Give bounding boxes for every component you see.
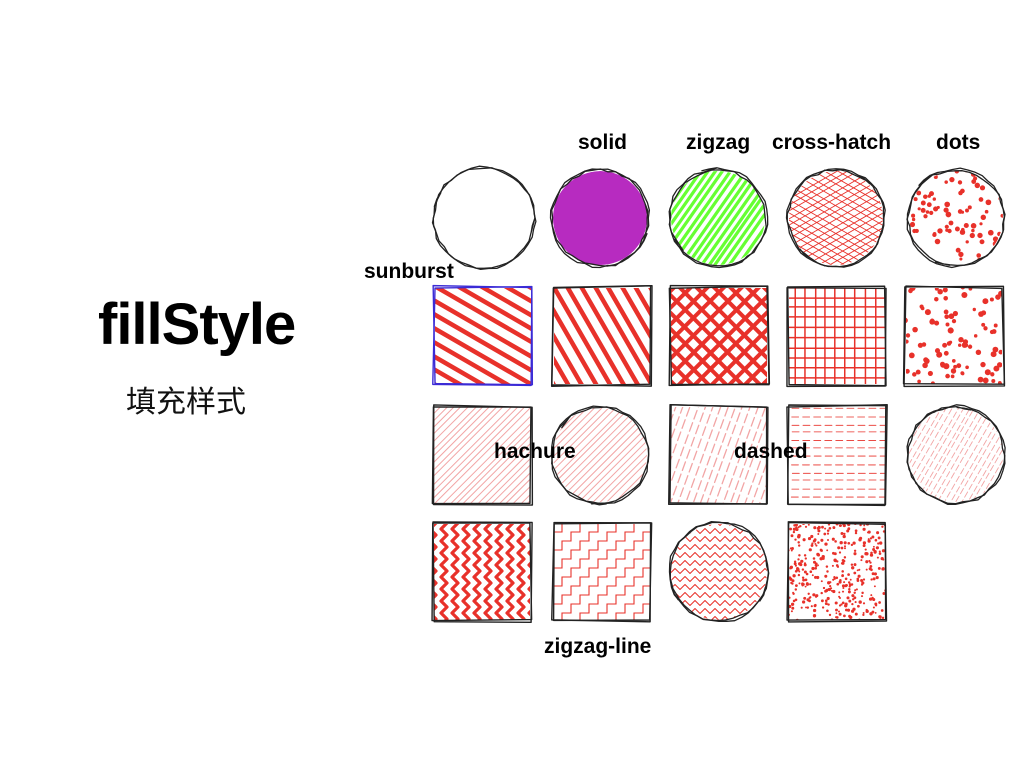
swatch-dense-dots	[786, 521, 888, 623]
swatch-dots	[906, 167, 1006, 269]
label-sunburst: sunburst	[364, 260, 454, 283]
swatch-dashed-circle	[906, 404, 1006, 506]
label-zigzag-line: zigzag-line	[544, 635, 652, 658]
label-hachure: hachure	[494, 440, 576, 463]
swatch-zigzag-vertical	[431, 521, 533, 624]
label-solid: solid	[578, 131, 628, 154]
swatch-zigzag-line-circle	[668, 521, 770, 622]
label-dashed: dashed	[734, 440, 808, 463]
fill-style-grid	[431, 165, 1006, 624]
label-dots: dots	[936, 131, 981, 154]
label-cross-hatch: cross-hatch	[772, 131, 892, 154]
swatch-grid-square	[786, 285, 887, 388]
swatch-solid	[549, 168, 651, 269]
label-zigzag: zigzag	[686, 131, 751, 154]
swatch-empty-circle	[431, 165, 537, 271]
swatch-dots-square	[902, 285, 1006, 388]
